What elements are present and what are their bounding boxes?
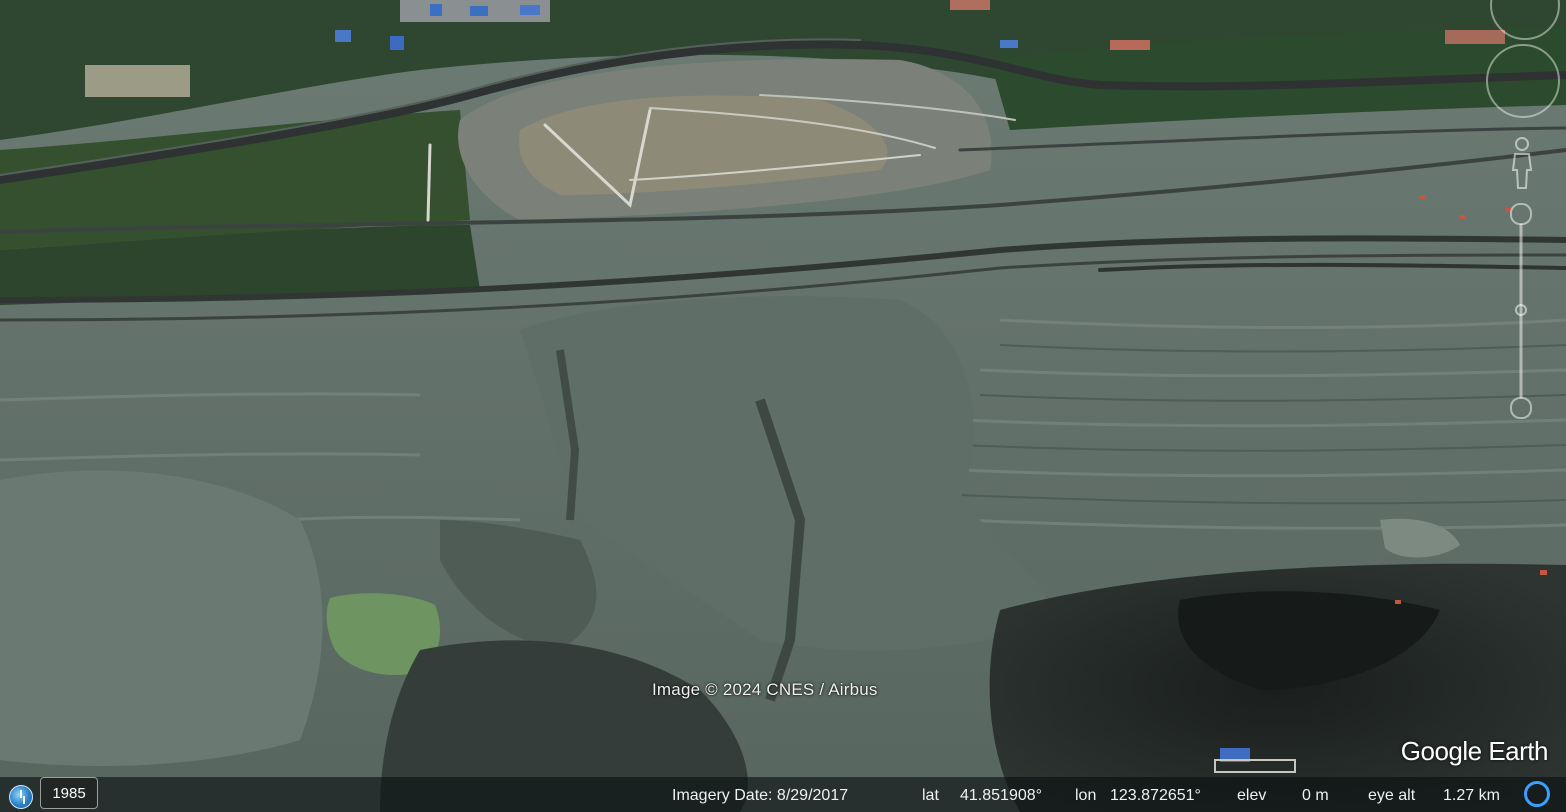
street-view-pegman-icon[interactable] xyxy=(1509,136,1535,190)
streaming-progress-icon xyxy=(1524,781,1550,807)
navigation-controls xyxy=(1476,0,1566,430)
imagery-copyright: Image © 2024 CNES / Airbus xyxy=(652,680,878,699)
lon-label: lon xyxy=(1075,787,1097,804)
google-earth-logo: Google Earth xyxy=(1400,736,1549,766)
eye-alt-value: 1.27 km xyxy=(1443,787,1500,804)
lon-value: 123.872651° xyxy=(1110,787,1201,804)
compass-icon[interactable] xyxy=(1490,0,1560,40)
historical-imagery-clock-icon[interactable] xyxy=(9,785,33,809)
eye-alt-label: eye alt xyxy=(1368,787,1416,804)
lat-label: lat xyxy=(922,787,939,804)
look-joystick-icon[interactable] xyxy=(1486,44,1560,118)
elev-label: elev xyxy=(1237,787,1267,804)
lat-value: 41.851908° xyxy=(960,787,1043,804)
status-bar: Imagery Date: 8/29/2017 lat 41.851908° l… xyxy=(0,777,1566,812)
imagery-date: Imagery Date: 8/29/2017 xyxy=(672,787,849,804)
historical-year-button[interactable]: 1985 xyxy=(40,777,98,809)
zoom-slider[interactable] xyxy=(1507,202,1535,420)
elev-value: 0 m xyxy=(1302,787,1329,804)
